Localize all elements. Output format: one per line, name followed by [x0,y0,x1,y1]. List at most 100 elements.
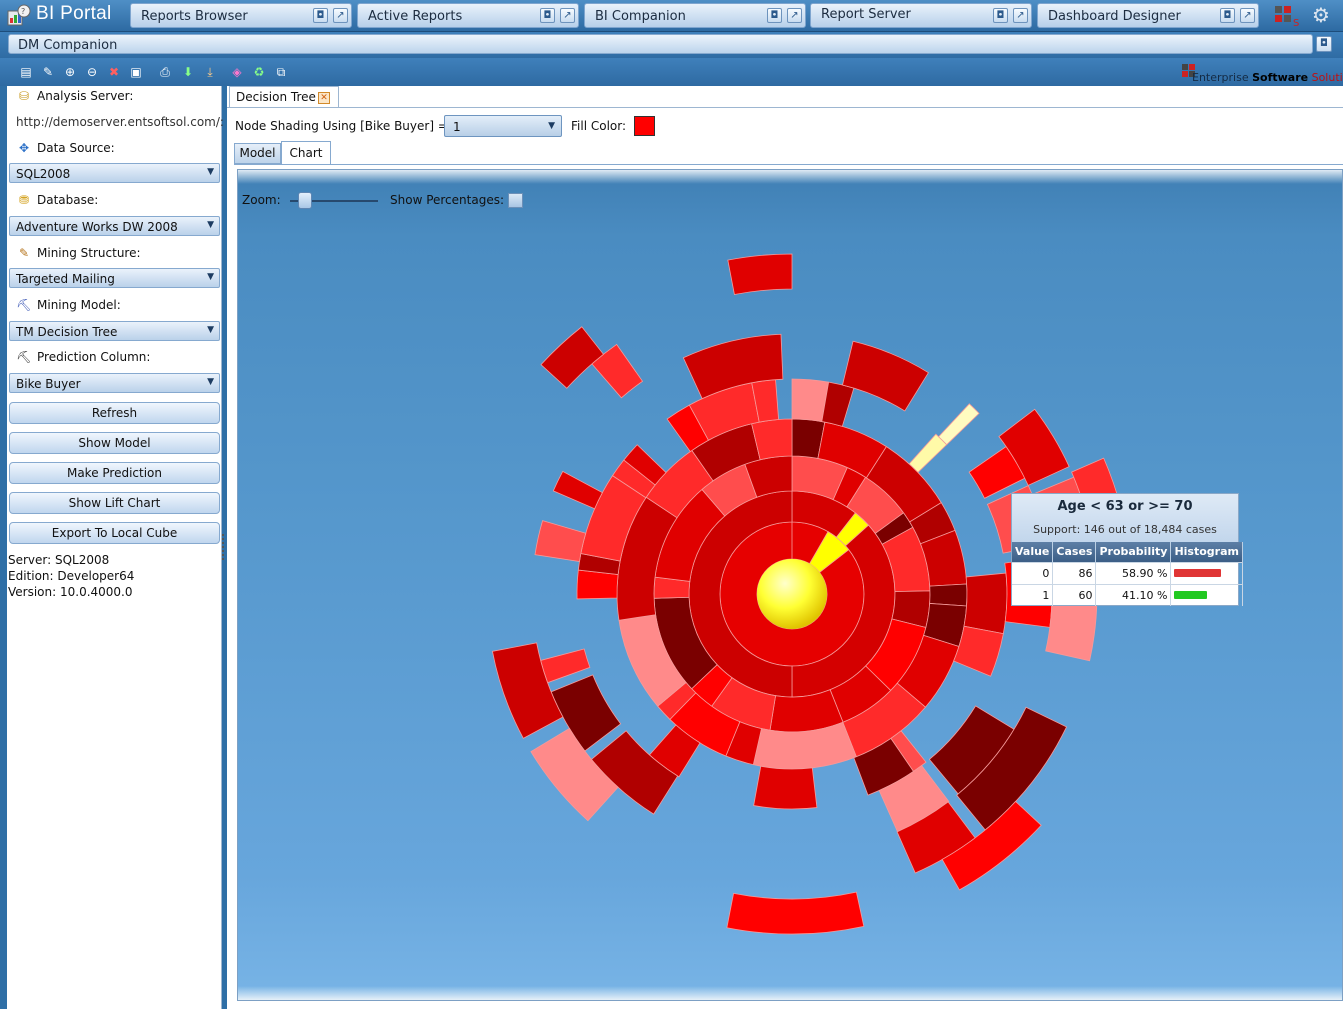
tab-model[interactable]: Model [234,143,281,164]
tab-active-reports[interactable]: Active Reports ◘ ↗ [357,3,579,28]
portal-header: ? BI Portal Reports Browser ◘ ↗ Active R… [0,0,1343,32]
tree-node[interactable] [540,648,591,684]
show-percentages-checkbox[interactable] [508,193,523,208]
tab-report-server[interactable]: Report Server ◘ ↗ [810,3,1032,28]
export-icon[interactable]: ⤓ [202,64,218,80]
show-model-button[interactable]: Show Model [9,432,220,454]
column-header: Cases [1052,542,1097,562]
tree-node[interactable] [842,340,929,412]
minimize-icon[interactable]: ◘ [540,8,555,23]
prediction-column-dropdown[interactable]: Bike Buyer ▼ [9,373,220,393]
selected-value: Bike Buyer [16,377,81,391]
tab-label: BI Companion [595,9,686,24]
mining-model-dropdown[interactable]: TM Decision Tree ▼ [9,321,220,341]
close-icon[interactable]: ✕ [318,92,330,104]
popout-icon[interactable]: ↗ [1013,8,1028,23]
tree-node-selected[interactable] [908,433,948,474]
tab-label: DM Companion [18,38,118,53]
divider [227,107,1343,108]
cell-value: 1 [1012,583,1054,606]
minimize-icon[interactable]: ◘ [313,8,328,23]
module-tab-row: DM Companion ◘ [0,32,1343,58]
popout-icon[interactable]: ↗ [560,8,575,23]
eraser-icon[interactable]: ✎ [40,64,56,80]
tree-node[interactable] [929,583,968,607]
tree-view-icon[interactable]: ▤ [18,64,34,80]
tab-label: Active Reports [368,9,463,24]
download-icon[interactable]: ⬇ [180,64,196,80]
tree-node[interactable] [753,765,818,810]
minimize-icon[interactable]: ◘ [1316,36,1332,52]
zoom-slider-thumb[interactable] [298,192,312,209]
tab-label: Decision Tree [236,90,316,104]
tree-node[interactable] [540,326,605,389]
popout-icon[interactable]: ↗ [333,8,348,23]
app-title: BI Portal [36,3,112,24]
minimize-icon[interactable]: ◘ [1220,8,1235,23]
minimize-icon[interactable]: ◘ [993,8,1008,23]
brand-name: Enterprise Software Solution [1192,71,1343,84]
column-header: Probability [1095,542,1172,562]
server-info: Server: SQL2008 [8,553,110,567]
chevron-down-icon: ▼ [207,272,214,282]
node-shading-label: Node Shading Using [Bike Buyer] = [235,119,448,133]
refresh-button[interactable]: Refresh [9,402,220,424]
fill-color-swatch[interactable] [634,116,655,136]
tree-node[interactable] [727,253,793,295]
popout-icon[interactable]: ↗ [1240,8,1255,23]
tree-node[interactable] [1045,598,1098,662]
windows-icon[interactable]: ⧉ [273,64,289,80]
data-source-dropdown[interactable]: SQL2008 ▼ [9,163,220,183]
make-prediction-button[interactable]: Make Prediction [9,462,220,484]
tab-dashboard-designer[interactable]: Dashboard Designer ◘ ↗ [1037,3,1259,28]
tree-node[interactable] [576,569,619,600]
tooltip-title: Age < 63 or >= 70 [1057,499,1193,514]
tree-node[interactable] [552,470,603,510]
tree-node[interactable] [963,572,1008,635]
tree-node[interactable] [769,689,844,733]
tree-node[interactable] [534,520,587,562]
popout-icon[interactable]: ↗ [787,8,802,23]
book-icon[interactable]: ◈ [229,64,245,80]
export-local-cube-button[interactable]: Export To Local Cube [9,522,220,544]
selected-value: Adventure Works DW 2008 [16,220,178,234]
show-percentages-label: Show Percentages: [390,193,504,207]
table-row: 0 86 58.90 % [1012,561,1243,584]
mining-structure-icon: ✎ [18,246,30,260]
tree-node[interactable] [726,891,865,935]
histogram-bar [1174,591,1208,600]
clear-icon[interactable]: ✖ [106,64,122,80]
chevron-down-icon: ▼ [548,121,555,131]
settings-gear-icon[interactable]: ⚙ [1312,3,1330,27]
panel-splitter[interactable] [222,534,225,560]
table-header-row: Value Cases Probability Histogram [1012,542,1243,562]
print-icon[interactable]: ⎙ [157,64,173,80]
selected-value: Targeted Mailing [16,272,115,286]
tab-bi-companion[interactable]: BI Companion ◘ ↗ [584,3,806,28]
show-lift-chart-button[interactable]: Show Lift Chart [9,492,220,514]
database-icon: ⛃ [18,193,30,207]
minimize-icon[interactable]: ◘ [767,8,782,23]
tab-decision-tree[interactable]: Decision Tree ✕ [229,86,339,108]
prediction-column-icon: ⛏ [16,350,32,364]
node-shading-select[interactable]: 1 ▼ [444,115,562,137]
fit-icon[interactable]: ▣ [128,64,144,80]
refresh-icon[interactable]: ♻ [251,64,267,80]
zoom-out-icon[interactable]: ⊖ [84,64,100,80]
bi-portal-logo-icon: ? [7,4,31,26]
tab-dm-companion[interactable]: DM Companion [8,34,1313,54]
edition-info: Edition: Developer64 [8,569,135,583]
svg-text:S: S [1293,18,1299,28]
tab-reports-browser[interactable]: Reports Browser ◘ ↗ [130,3,352,28]
column-header: Value [1012,542,1054,562]
tab-chart[interactable]: Chart [281,141,331,165]
mining-structure-dropdown[interactable]: Targeted Mailing ▼ [9,268,220,288]
database-dropdown[interactable]: Adventure Works DW 2008 ▼ [9,216,220,236]
analysis-server-field[interactable]: http://demoserver.entsoftsol.com/: [16,115,224,129]
tree-node[interactable] [530,727,619,822]
zoom-in-icon[interactable]: ⊕ [62,64,78,80]
divider [234,164,1343,165]
tree-node-selected[interactable] [938,403,980,446]
zoom-label: Zoom: [242,193,281,207]
tree-root-node[interactable] [757,559,827,629]
